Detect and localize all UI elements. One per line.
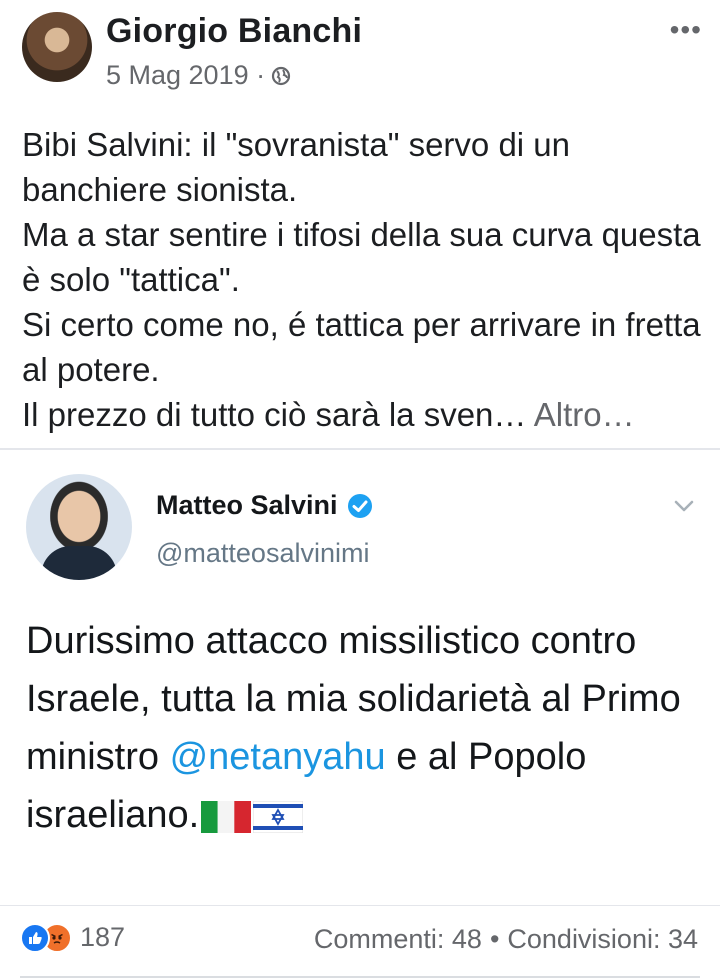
israel-flag-icon [253, 800, 304, 833]
embedded-tweet[interactable]: Matteo Salvini @matteosalvinimi Durissim… [0, 450, 720, 905]
post-stats: Commenti: 48 • Condivisioni: 34 [314, 924, 698, 955]
post-date[interactable]: 5 Mag 2019 · [106, 60, 265, 91]
shares-count[interactable]: Condivisioni: 34 [507, 924, 698, 955]
tweet-author: Matteo Salvini [156, 490, 374, 521]
see-more-link[interactable]: Altro… [534, 396, 635, 433]
author-avatar[interactable] [22, 12, 92, 82]
tweet-text: Durissimo attacco missilistico contro Is… [26, 612, 696, 844]
post-footer: 187 Commenti: 48 • Condivisioni: 34 [0, 918, 720, 962]
verified-badge-icon [347, 493, 372, 518]
post-body: Bibi Salvini: il "sovranista" servo di u… [22, 126, 701, 433]
stats-separator: • [489, 924, 500, 954]
reactions[interactable]: 187 [20, 922, 125, 953]
divider [0, 905, 720, 906]
reaction-count: 187 [80, 922, 126, 952]
comments-count[interactable]: Commenti: 48 [314, 924, 482, 955]
tweet-author-name: Matteo Salvini [156, 490, 338, 520]
tweet-avatar[interactable] [26, 474, 132, 580]
like-reaction-icon [20, 922, 50, 953]
author-name[interactable]: Giorgio Bianchi [106, 12, 362, 51]
post-meta: 5 Mag 2019 · [106, 60, 291, 91]
globe-icon [272, 66, 291, 85]
post-header: Giorgio Bianchi 5 Mag 2019 · ••• [22, 12, 702, 92]
post-text: Bibi Salvini: il "sovranista" servo di u… [22, 122, 702, 437]
tweet-mention[interactable]: @netanyahu [170, 736, 386, 778]
more-options-button[interactable]: ••• [670, 14, 702, 46]
chevron-down-icon[interactable] [672, 494, 696, 518]
divider [20, 976, 700, 978]
tweet-handle: @matteosalvinimi [156, 538, 370, 568]
italy-flag-icon [201, 800, 252, 833]
